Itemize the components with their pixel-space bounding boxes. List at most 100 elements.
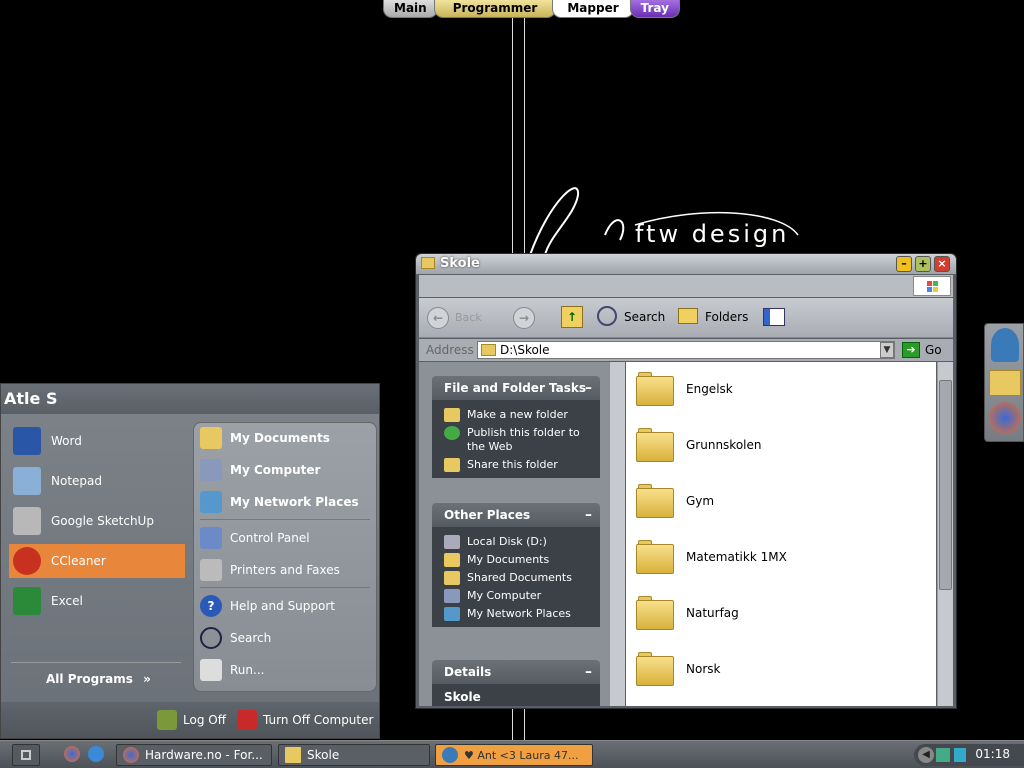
maximize-button[interactable]: + (915, 256, 931, 272)
dock-tab-tray[interactable]: Tray (629, 0, 680, 18)
taskbar: Hardware.no - For... Skole ♥ Ant <3 Laur… (0, 740, 1024, 768)
shared-documents-link[interactable]: Shared Documents (432, 569, 600, 587)
firefox-icon (123, 747, 139, 763)
publish-web-icon (444, 426, 460, 440)
views-icon[interactable] (763, 308, 785, 326)
task-skole[interactable]: Skole (278, 744, 430, 766)
start-item-sketchup[interactable]: Google SketchUp (9, 504, 185, 538)
file-list-scrollbar[interactable] (937, 362, 953, 706)
make-new-folder-link[interactable]: Make a new folder (432, 406, 600, 424)
file-folder-tasks-panel: File and Folder Tasks – Make a new folder… (432, 376, 600, 478)
messenger-icon[interactable] (991, 328, 1019, 362)
right-item-help[interactable]: ? Help and Support (200, 595, 335, 617)
search-button[interactable]: Search (624, 310, 665, 324)
right-item-control-panel[interactable]: Control Panel (200, 527, 310, 549)
turn-off-button[interactable]: Turn Off Computer (237, 710, 373, 730)
log-off-button[interactable]: Log Off (157, 710, 226, 730)
right-item-search[interactable]: Search (200, 627, 271, 649)
publish-folder-link[interactable]: Publish this folder to the Web (432, 424, 600, 456)
folders-icon[interactable] (678, 308, 698, 324)
address-input[interactable]: D:\Skole (477, 341, 895, 359)
panel-header[interactable]: File and Folder Tasks – (432, 376, 600, 400)
user-name: Atle S (1, 384, 379, 414)
panel-title: Other Places (444, 508, 531, 522)
task-firefox[interactable]: Hardware.no - For... (116, 744, 272, 766)
start-menu: Atle S Word Notepad Google SketchUp CCle… (0, 383, 380, 739)
dock-tab-programmer[interactable]: Programmer (433, 0, 557, 18)
panel-title: Details (444, 665, 492, 679)
my-documents-link[interactable]: My Documents (432, 551, 600, 569)
forward-arrow-icon[interactable]: → (513, 307, 535, 329)
control-panel-icon (200, 527, 222, 549)
folder-icon[interactable] (989, 370, 1021, 396)
back-arrow-icon[interactable]: ← (427, 307, 449, 329)
share-folder-link[interactable]: Share this folder (432, 456, 600, 474)
chevron-left-icon[interactable]: ◀ (918, 747, 934, 763)
start-item-word[interactable]: Word (9, 424, 185, 458)
folder-icon (481, 344, 496, 356)
collapse-icon[interactable]: – (585, 376, 592, 400)
right-item-my-computer[interactable]: My Computer (200, 459, 320, 481)
my-network-places-link[interactable]: My Network Places (432, 605, 600, 623)
volume-tray-icon[interactable] (954, 748, 966, 762)
help-icon: ? (200, 595, 222, 617)
all-programs-button[interactable]: All Programs » (46, 672, 151, 686)
folder-item[interactable]: Engelsk (636, 372, 733, 406)
folder-item[interactable]: Matematikk 1MX (636, 540, 787, 574)
dock-tab-mapper[interactable]: Mapper (552, 0, 634, 18)
start-right-column: My Documents My Computer My Network Plac… (193, 422, 377, 692)
right-item-my-network-places[interactable]: My Network Places (200, 491, 359, 513)
minimize-button[interactable]: – (896, 256, 912, 272)
search-icon[interactable] (597, 306, 617, 326)
right-item-printers[interactable]: Printers and Faxes (200, 559, 340, 581)
scroll-thumb[interactable] (939, 380, 952, 590)
right-item-run[interactable]: Run... (200, 659, 264, 681)
title-bar[interactable]: Skole – + × (416, 254, 956, 274)
folder-icon (636, 596, 674, 630)
collapse-icon[interactable]: – (585, 660, 592, 684)
top-dock: Main Programmer Mapper Tray (383, 0, 680, 18)
folders-button[interactable]: Folders (705, 310, 748, 324)
folder-item[interactable]: Naturfag (636, 596, 739, 630)
my-computer-link[interactable]: My Computer (432, 587, 600, 605)
go-button[interactable]: Go (925, 343, 942, 357)
panel-header[interactable]: Other Places – (432, 503, 600, 527)
start-item-notepad[interactable]: Notepad (9, 464, 185, 498)
ie-icon[interactable] (88, 746, 104, 762)
go-arrow-icon[interactable]: ➔ (902, 342, 920, 358)
firefox-icon[interactable] (989, 402, 1021, 434)
window-title: Skole (440, 256, 480, 271)
local-disk-link[interactable]: Local Disk (D:) (432, 533, 600, 551)
right-dock (984, 323, 1024, 442)
start-item-excel[interactable]: Excel (9, 584, 185, 618)
messenger-icon (442, 747, 458, 763)
right-item-my-documents[interactable]: My Documents (200, 427, 330, 449)
start-button[interactable] (12, 744, 40, 766)
panel-header[interactable]: Details – (432, 660, 600, 684)
back-label[interactable]: Back (455, 311, 482, 324)
firefox-icon[interactable] (64, 746, 80, 762)
folder-icon (636, 484, 674, 518)
folder-item[interactable]: Grunnskolen (636, 428, 762, 462)
start-item-ccleaner[interactable]: CCleaner (9, 544, 185, 578)
details-name: Skole (444, 690, 481, 704)
documents-icon (200, 427, 222, 449)
word-icon (13, 427, 41, 455)
other-places-panel: Other Places – Local Disk (D:) My Documen… (432, 503, 600, 627)
network-tray-icon[interactable] (936, 748, 950, 762)
folder-item[interactable]: Gym (636, 484, 714, 518)
clock[interactable]: 01:18 (975, 747, 1010, 761)
address-label: Address (426, 343, 474, 357)
dock-tab-main[interactable]: Main (383, 0, 438, 18)
folder-item[interactable]: Norsk (636, 652, 720, 686)
run-icon (200, 659, 222, 681)
up-folder-icon[interactable]: ↑ (561, 306, 583, 328)
chevron-down-icon[interactable]: ▼ (880, 342, 894, 358)
task-pane-scrollbar[interactable] (610, 362, 625, 706)
share-folder-icon (444, 458, 460, 472)
task-messenger[interactable]: ♥ Ant <3 Laura 47... (435, 744, 593, 766)
start-grid-icon (21, 750, 31, 760)
collapse-icon[interactable]: – (585, 503, 592, 527)
computer-icon (200, 459, 222, 481)
close-button[interactable]: × (934, 256, 950, 272)
